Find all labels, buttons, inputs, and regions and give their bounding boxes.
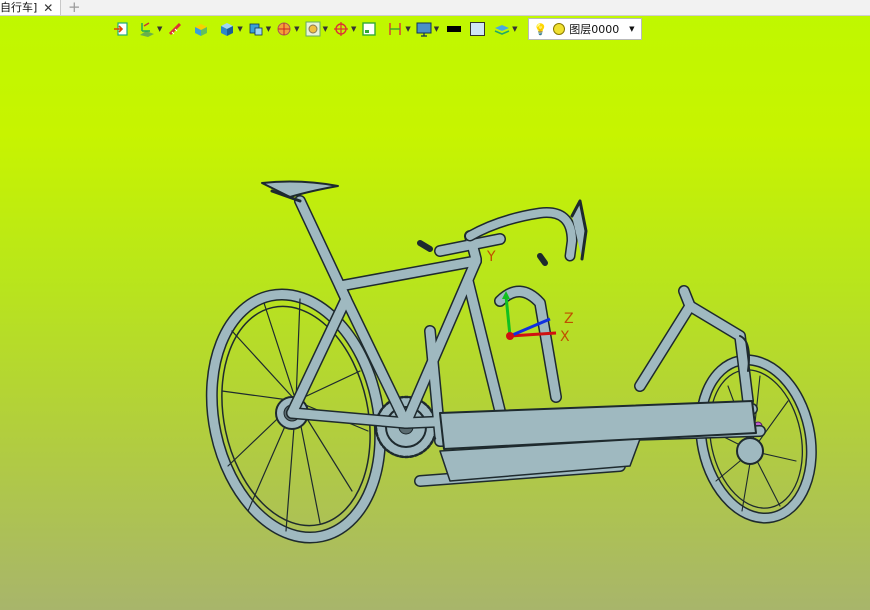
chevron-down-icon[interactable]: ▼	[512, 25, 517, 33]
ruler-icon	[169, 22, 182, 36]
chevron-down-icon[interactable]: ▼	[629, 25, 634, 33]
layers-button[interactable]: ▼	[493, 18, 521, 40]
view-cube-icon	[249, 23, 263, 36]
zoom-icon	[305, 21, 321, 37]
chevron-down-icon[interactable]: ▼	[434, 25, 439, 33]
layer-select[interactable]: 💡 图层0000 ▼	[527, 18, 642, 40]
view-toolbar: ▼ ▼ ▼ ▼ ▼ ▼ ▼ ▼ ▼ 💡 图层0000 ▼	[112, 18, 642, 40]
monitor-icon	[416, 22, 432, 37]
line-color-swatch[interactable]	[447, 26, 462, 32]
lightbulb-icon[interactable]: 💡	[534, 23, 548, 36]
shaded-cube-icon	[221, 23, 234, 36]
chevron-down-icon[interactable]: ▼	[266, 25, 271, 33]
import-button[interactable]	[112, 18, 130, 40]
chevron-down-icon[interactable]: ▼	[237, 25, 242, 33]
chevron-down-icon[interactable]: ▼	[323, 25, 328, 33]
new-tab-button[interactable]: +	[68, 0, 81, 16]
dimension-button[interactable]: ▼	[386, 18, 414, 40]
dimension-icon	[389, 23, 402, 35]
close-tab-icon[interactable]: ✕	[43, 2, 53, 14]
view-orientation-button[interactable]: ▼	[247, 18, 275, 40]
section-button[interactable]: ▼	[275, 18, 303, 40]
chevron-down-icon[interactable]: ▼	[351, 25, 356, 33]
tab-title: 自行车]	[0, 1, 38, 14]
crosshair-icon	[333, 22, 348, 36]
x-axis-label: X	[560, 329, 570, 345]
snap-button[interactable]: ▼	[332, 18, 360, 40]
y-axis-line	[504, 295, 512, 337]
frame-button[interactable]	[360, 18, 378, 40]
z-axis-label: Z	[564, 311, 574, 327]
import-icon	[114, 22, 128, 36]
fill-color-swatch[interactable]	[470, 22, 486, 36]
measure-button[interactable]	[166, 18, 184, 40]
origin-point	[506, 332, 514, 340]
front-wheel	[695, 354, 817, 524]
frame-icon	[362, 22, 377, 36]
solid-box-button[interactable]	[192, 18, 210, 40]
cargo-bike-model	[205, 180, 817, 544]
chevron-down-icon[interactable]: ▼	[405, 25, 410, 33]
layer-name: 图层0000	[569, 23, 620, 36]
document-tab[interactable]: 自行车] ✕	[0, 0, 61, 15]
zoom-button[interactable]: ▼	[304, 18, 332, 40]
layer-color-icon	[553, 23, 566, 35]
chevron-down-icon[interactable]: ▼	[294, 25, 299, 33]
section-icon	[277, 22, 291, 36]
tab-strip: 自行车] ✕ +	[0, 0, 870, 16]
layers-icon	[494, 25, 510, 35]
model-viewport[interactable]: Y X Z	[0, 41, 870, 610]
box-icon	[195, 24, 208, 36]
display-settings-button[interactable]: ▼	[415, 18, 443, 40]
transform-icon	[140, 22, 154, 37]
transform-button[interactable]: ▼	[138, 18, 166, 40]
chevron-down-icon[interactable]: ▼	[157, 25, 162, 33]
render-mode-button[interactable]: ▼	[218, 18, 246, 40]
y-axis-label: Y	[486, 249, 496, 265]
